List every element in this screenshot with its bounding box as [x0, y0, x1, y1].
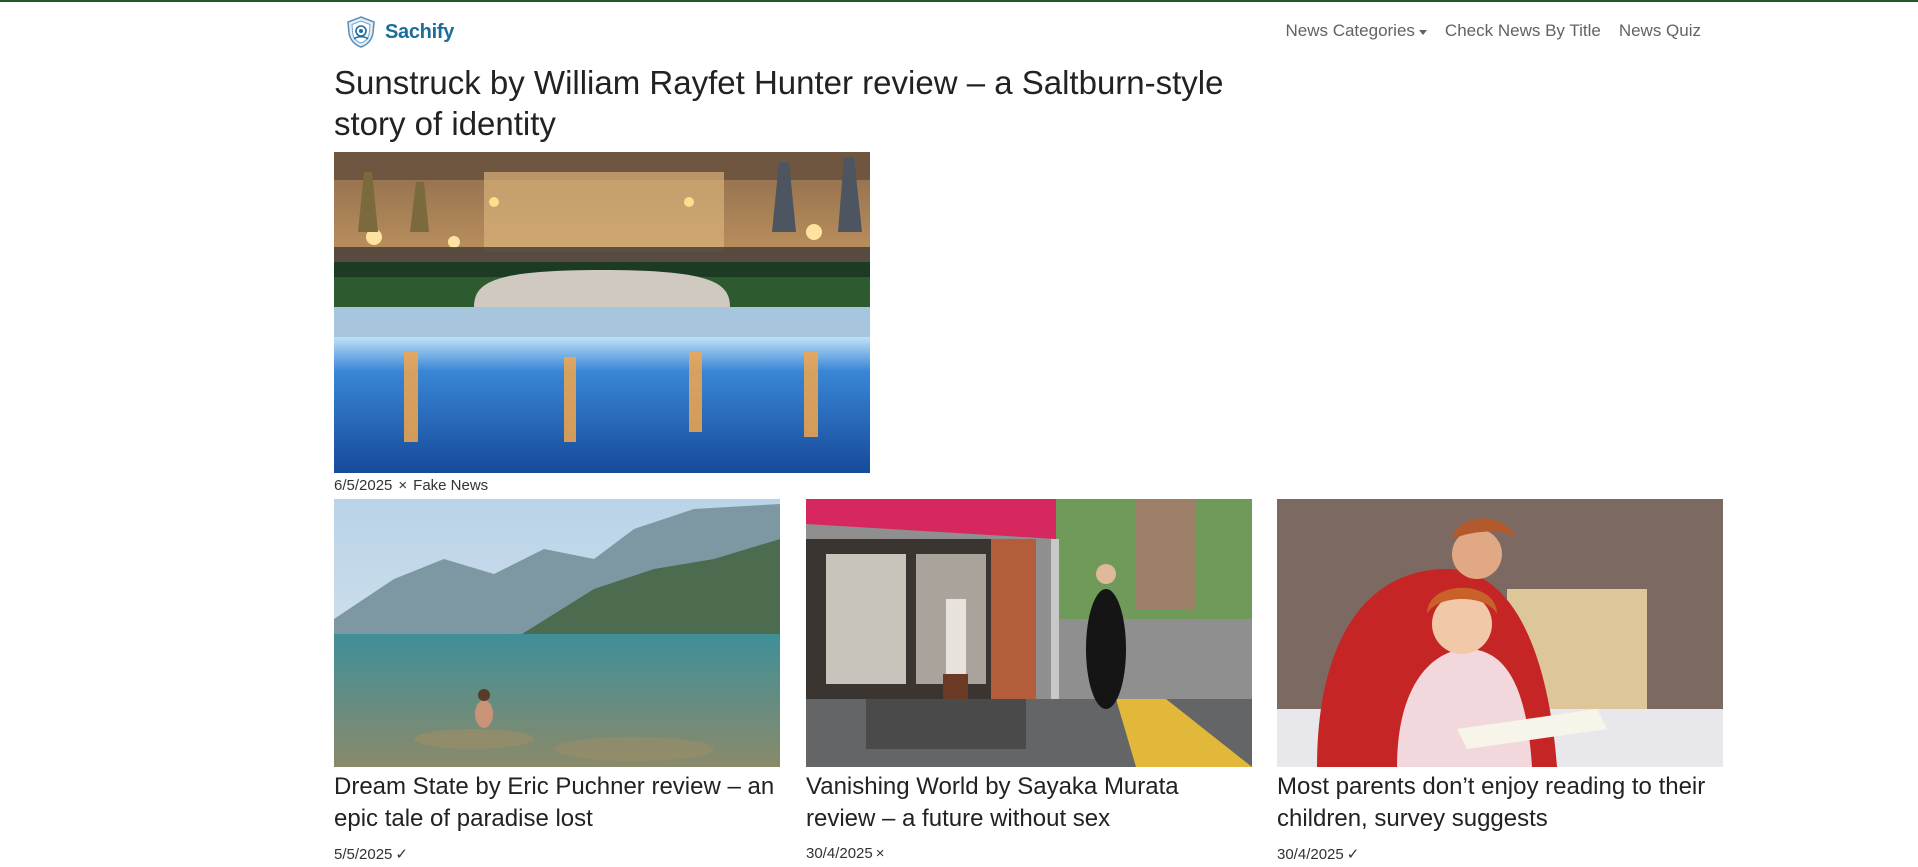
brand-link[interactable]: Sachify: [346, 16, 454, 48]
article-meta: 5/5/2025 ✓: [334, 845, 780, 864]
hero-article-meta: 6/5/2025 × Fake News: [334, 477, 488, 494]
article-image[interactable]: [1277, 499, 1723, 767]
nav-news-categories-dropdown[interactable]: News Categories: [1285, 21, 1427, 41]
nav-news-categories-label: News Categories: [1285, 21, 1415, 40]
hero-article-image[interactable]: [334, 152, 870, 473]
nav-links: News Categories Check News By Title News…: [1285, 21, 1701, 41]
article-card[interactable]: Vanishing World by Sayaka Murata review …: [806, 499, 1252, 862]
hero-article-date: 6/5/2025: [334, 477, 393, 494]
check-mark-icon: ✓: [1346, 846, 1360, 863]
article-image[interactable]: [334, 499, 780, 767]
hero-article-label: Fake News: [413, 477, 489, 494]
nav-news-quiz[interactable]: News Quiz: [1619, 21, 1701, 41]
article-date: 30/4/2025: [806, 845, 873, 862]
nav-check-news-by-title[interactable]: Check News By Title: [1445, 21, 1601, 41]
article-meta: 30/4/2025 ✓: [1277, 845, 1723, 864]
article-date: 30/4/2025: [1277, 845, 1344, 863]
article-title[interactable]: Dream State by Eric Puchner review – an …: [334, 767, 780, 835]
article-card[interactable]: Most parents don’t enjoy reading to thei…: [1277, 499, 1723, 863]
navbar: Sachify News Categories Check News By Ti…: [0, 2, 1918, 60]
fake-mark-icon: ×: [875, 845, 885, 862]
hero-article-title[interactable]: Sunstruck by William Rayfet Hunter revie…: [334, 62, 1274, 144]
article-title[interactable]: Most parents don’t enjoy reading to thei…: [1277, 767, 1723, 835]
article-card[interactable]: Dream State by Eric Puchner review – an …: [334, 499, 780, 863]
article-meta: 30/4/2025 ×: [806, 845, 1252, 862]
article-image[interactable]: [806, 499, 1252, 767]
brand-name: Sachify: [385, 20, 455, 43]
check-mark-icon: ✓: [395, 846, 408, 863]
article-date: 5/5/2025: [334, 845, 393, 863]
caret-down-icon: [1418, 29, 1427, 35]
article-title[interactable]: Vanishing World by Sayaka Murata review …: [806, 767, 1252, 835]
fake-mark-icon: ×: [398, 477, 408, 494]
shield-logo-icon: [346, 16, 376, 48]
